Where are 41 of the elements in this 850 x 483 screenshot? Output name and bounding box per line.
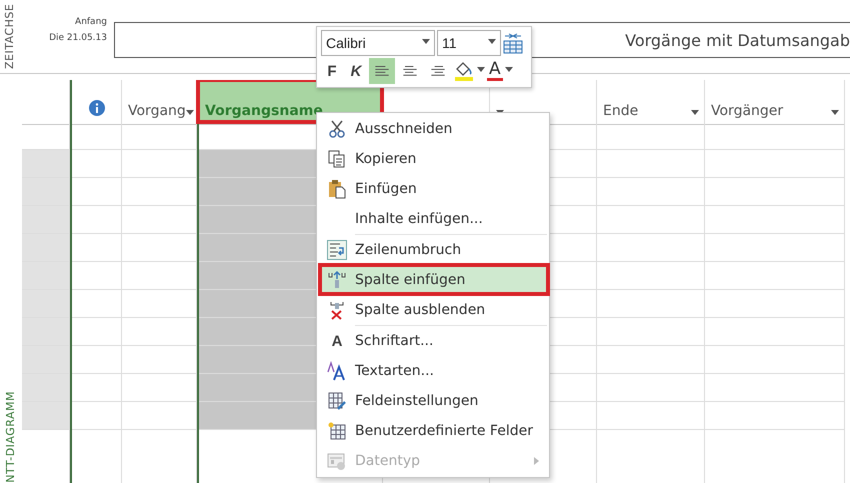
dropdown-caret-icon[interactable] — [488, 38, 496, 44]
timeline-label: ZEITACHSE — [2, 2, 17, 71]
size-field[interactable]: 11 — [437, 30, 501, 56]
info-icon[interactable] — [89, 100, 105, 116]
timeline-title: Vorgänge mit Datumsangab — [625, 30, 850, 50]
menu-item[interactable]: Spalte einfügen — [319, 265, 547, 295]
menu-item[interactable]: A Schriftart... — [319, 326, 547, 356]
column-header[interactable]: Ende — [597, 80, 704, 125]
menu-item[interactable]: Inhalte einfügen... — [319, 204, 547, 234]
fill-color-icon[interactable] — [453, 60, 475, 82]
menu-item[interactable]: Spalte ausblenden — [319, 295, 547, 325]
menu-item[interactable]: Kopieren — [319, 144, 547, 174]
dropdown-caret-icon[interactable] — [831, 110, 839, 115]
scissors-icon — [327, 119, 347, 139]
column-header[interactable]: Vorgänger — [705, 80, 844, 125]
menu-item[interactable]: Benutzerdefinierte Felder — [319, 416, 547, 446]
data-type-icon — [327, 451, 347, 471]
font-field[interactable]: Calibri — [321, 30, 435, 56]
menu-item[interactable]: Einfügen — [319, 174, 547, 204]
text-styles-icon — [327, 361, 347, 381]
dropdown-caret-icon[interactable] — [691, 110, 699, 115]
gantt-label: NTT-DIAGRAMM — [3, 391, 18, 483]
menu-item[interactable]: Textarten... — [319, 356, 547, 386]
text-wrap-icon — [327, 240, 347, 260]
field-settings-icon — [327, 391, 347, 411]
menu-item[interactable]: Feldeinstellungen — [319, 386, 547, 416]
table-icon[interactable] — [503, 32, 523, 54]
align-left-button[interactable] — [369, 58, 395, 84]
start-date: Die 21.05.13 — [49, 32, 107, 42]
start-label: Anfang — [75, 16, 107, 26]
menu-item[interactable]: Zeilenumbruch — [319, 235, 547, 265]
custom-fields-icon — [327, 421, 347, 441]
copy-icon — [327, 149, 347, 169]
font-icon: A — [332, 332, 342, 350]
dropdown-caret-icon[interactable] — [422, 38, 430, 44]
dropdown-caret-icon[interactable] — [186, 110, 194, 115]
insert-column-icon — [327, 270, 347, 290]
dropdown-caret-icon[interactable] — [477, 66, 485, 72]
dropdown-caret-icon[interactable] — [504, 66, 513, 72]
column-header[interactable]: Vorgang — [122, 80, 196, 125]
clipboard-icon — [327, 179, 347, 199]
